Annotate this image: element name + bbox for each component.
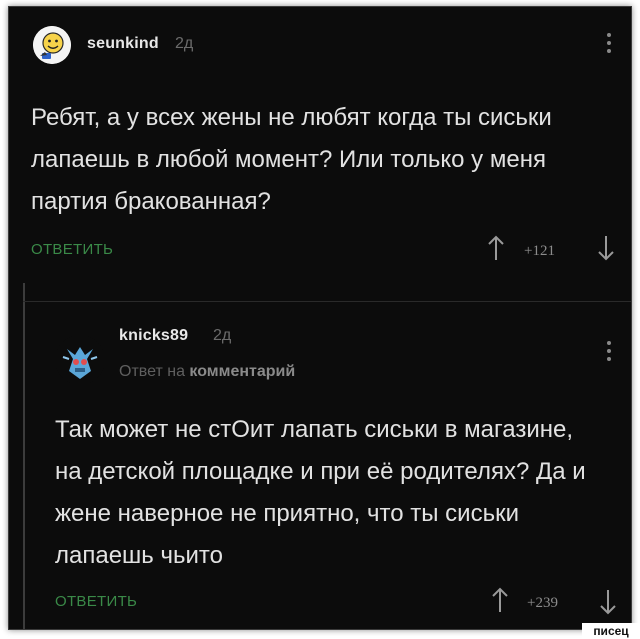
reply-text: Так может не стОит лапать сиськи в магаз… [55, 416, 586, 569]
comment-text: Ребят, а у всех жены не любят когда ты с… [31, 104, 552, 215]
avatar[interactable] [55, 335, 105, 385]
comment-timestamp: 2д [175, 35, 194, 52]
reply-meta-link[interactable]: комментарий [189, 363, 295, 380]
watermark: писец [582, 623, 640, 639]
kebab-icon[interactable] [605, 33, 613, 53]
arrow-down-icon[interactable] [599, 589, 617, 615]
rating: +239 [527, 595, 558, 611]
comment-username[interactable]: seunkind [87, 35, 159, 53]
arrow-up-icon[interactable] [491, 587, 509, 613]
comments-panel: seunkind 2д Ребят, а у всех жены не любя… [8, 6, 632, 630]
reply-meta-prefix: Ответ на [119, 363, 185, 380]
arrow-down-icon[interactable] [597, 235, 615, 261]
kebab-icon[interactable] [605, 341, 613, 361]
arrow-up-icon[interactable] [487, 235, 505, 261]
thread-line [23, 283, 25, 629]
avatar[interactable] [33, 26, 71, 64]
reply-meta: Ответ на комментарий [119, 363, 295, 381]
divider [23, 301, 631, 302]
reply-button[interactable]: ОТВЕТИТЬ [55, 593, 137, 610]
smiley-avatar-icon [33, 26, 71, 64]
reply-button[interactable]: ОТВЕТИТЬ [31, 241, 113, 258]
reply-timestamp: 2д [213, 327, 232, 344]
rating: +121 [524, 243, 555, 259]
reply-username[interactable]: knicks89 [119, 327, 188, 345]
robot-avatar-icon [55, 335, 105, 385]
